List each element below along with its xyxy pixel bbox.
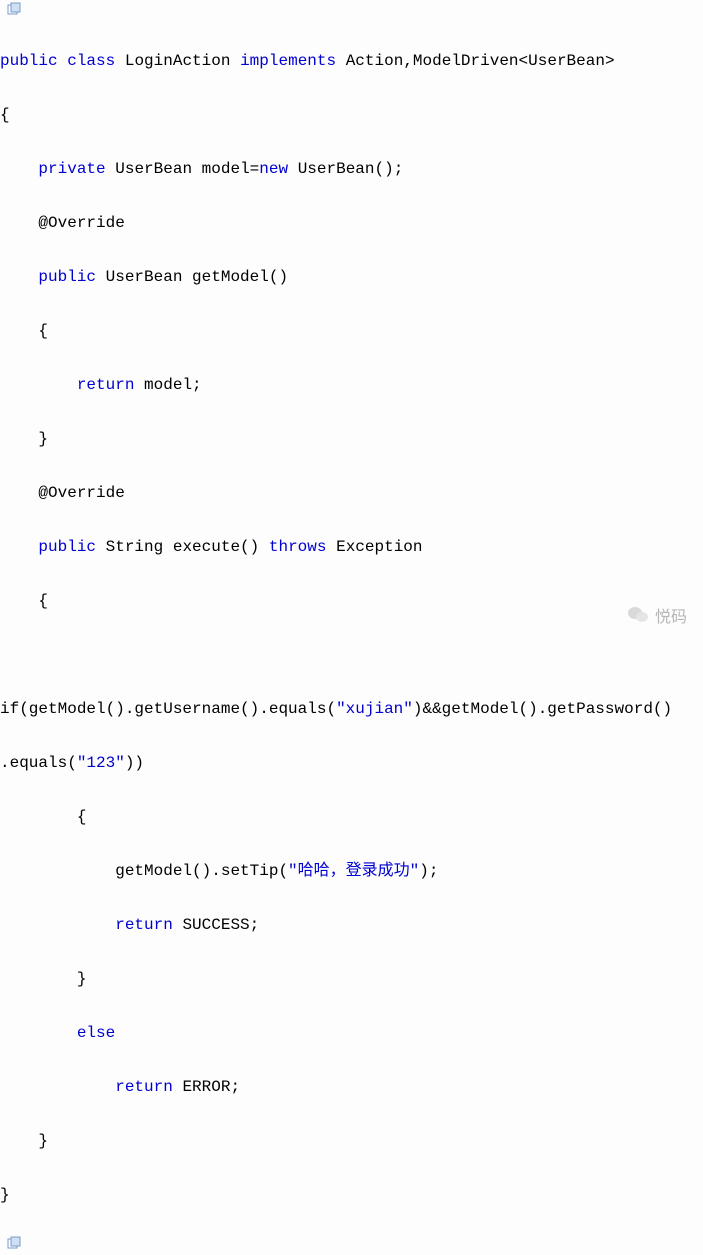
code-block: public class LoginAction implements Acti… [0, 21, 703, 1236]
brace: { [0, 318, 703, 345]
override: @Override [38, 484, 124, 502]
keyword-return: return [77, 376, 135, 394]
code-line: return model; [0, 372, 703, 399]
expr: )) [125, 754, 144, 772]
watermark-text: 悦码 [655, 603, 687, 627]
annotation: @Override [0, 480, 703, 507]
blank-line [0, 642, 703, 669]
class-name: LoginAction [125, 52, 231, 70]
code-line: public class LoginAction implements Acti… [0, 48, 703, 75]
brace: } [0, 426, 703, 453]
override: @Override [38, 214, 124, 232]
type: String [106, 538, 164, 556]
expr: .equals( [0, 754, 77, 772]
keyword-return: return [115, 916, 173, 934]
string-literal: "123" [77, 754, 125, 772]
method: getModel() [192, 268, 288, 286]
keyword-return: return [115, 1078, 173, 1096]
string-literal: "xujian" [336, 700, 413, 718]
code-line: return ERROR; [0, 1074, 703, 1101]
brace: { [0, 804, 703, 831]
code-line: if(getModel().getUsername().equals("xuji… [0, 696, 703, 723]
annotation: @Override [0, 210, 703, 237]
copy-icon-bottom[interactable] [6, 1236, 22, 1250]
keyword-private: private [38, 160, 105, 178]
code-line: public UserBean getModel() [0, 264, 703, 291]
string-literal: "哈哈，登录成功" [288, 862, 419, 880]
keyword-public: public [38, 268, 96, 286]
expr: ); [419, 862, 438, 880]
expr: if(getModel().getUsername().equals( [0, 700, 336, 718]
brace: } [0, 1182, 703, 1209]
brace: { [0, 588, 703, 615]
keyword-public: public [0, 52, 58, 70]
code-line: private UserBean model=new UserBean(); [0, 156, 703, 183]
keyword-throws: throws [269, 538, 327, 556]
return-val: model; [144, 376, 202, 394]
expr: )&&getModel().getPassword() [413, 700, 672, 718]
var: model= [202, 160, 260, 178]
wechat-icon [627, 605, 649, 625]
ctor: UserBean(); [298, 160, 404, 178]
code-line: public String execute() throws Exception [0, 534, 703, 561]
keyword-else: else [77, 1024, 115, 1042]
keyword-public: public [38, 538, 96, 556]
type-list: Action,ModelDriven<UserBean> [346, 52, 615, 70]
exception: Exception [336, 538, 422, 556]
code-line: return SUCCESS; [0, 912, 703, 939]
code-line: .equals("123")) [0, 750, 703, 777]
expr: getModel().setTip( [115, 862, 288, 880]
type: UserBean [115, 160, 192, 178]
code-line: else [0, 1020, 703, 1047]
keyword-class: class [67, 52, 115, 70]
copy-icon-top[interactable] [6, 2, 22, 16]
keyword-new: new [259, 160, 288, 178]
watermark: 悦码 [627, 603, 687, 627]
type: UserBean [106, 268, 183, 286]
return-val: ERROR; [182, 1078, 240, 1096]
brace: { [0, 102, 703, 129]
return-val: SUCCESS; [182, 916, 259, 934]
code-line: getModel().setTip("哈哈，登录成功"); [0, 858, 703, 885]
keyword-implements: implements [240, 52, 336, 70]
method: execute() [173, 538, 259, 556]
brace: } [0, 966, 703, 993]
brace: } [0, 1128, 703, 1155]
